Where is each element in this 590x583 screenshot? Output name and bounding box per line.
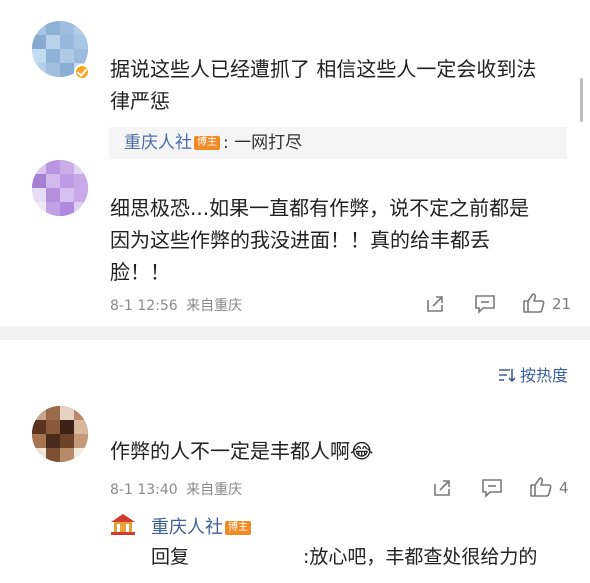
comment-3-timestamp: 8-1 13:40 — [110, 482, 178, 498]
reply-preview-text: : 一网打尽 — [223, 133, 303, 153]
comment-1-text-line2: 律严惩 — [110, 89, 170, 113]
avatar-mosaic — [32, 160, 88, 216]
share-icon[interactable] — [425, 294, 445, 314]
laughing-crying-emoji: 😂 — [350, 439, 374, 463]
avatar-comment-2[interactable] — [32, 160, 88, 216]
comment-2-like-count: 21 — [552, 295, 572, 313]
reply-body: :放心吧，丰都查处很给力的 — [303, 546, 538, 568]
comment-1-text-line1: 据说这些人已经遭抓了 相信这些人一定会收到法 — [110, 57, 537, 81]
verified-badge-icon — [74, 64, 90, 80]
comment-2-text-line1: 细思极恐...如果一直都有作弊，说不定之前都是 — [110, 196, 530, 220]
comment-3-text: 作弊的人不一定是丰都人啊😂 — [110, 434, 373, 468]
scrollbar[interactable] — [580, 78, 583, 122]
sort-by-hot-button[interactable]: 按热度 — [498, 362, 568, 386]
reply-prefix: 回复 — [151, 546, 190, 568]
sort-label: 按热度 — [519, 366, 568, 385]
reply-preview[interactable]: 重庆人社 博主: 一网打尽 — [109, 127, 567, 159]
comment-2-meta: 8-1 12:56 来自重庆 — [110, 295, 242, 315]
comment-3-like-count: 4 — [559, 479, 569, 497]
reply-author-avatar[interactable] — [107, 510, 139, 540]
sort-icon — [498, 369, 516, 383]
comment-3-text-body: 作弊的人不一定是丰都人啊 — [110, 439, 350, 463]
reply-author-name[interactable]: 重庆人社 — [151, 517, 223, 538]
like-icon[interactable] — [522, 291, 546, 315]
like-icon[interactable] — [529, 475, 553, 499]
comment-2-timestamp: 8-1 12:56 — [110, 298, 178, 314]
comment-2-location: 来自重庆 — [186, 298, 243, 314]
blogger-badge: 博主 — [225, 521, 251, 535]
blogger-badge: 博主 — [194, 136, 220, 150]
reply-preview-author[interactable]: 重庆人社 — [124, 133, 192, 153]
avatar-mosaic — [32, 406, 88, 462]
comment-icon[interactable] — [481, 478, 503, 498]
comment-icon[interactable] — [474, 294, 496, 314]
reply-text: 回复 :放心吧，丰都查处很给力的 — [151, 542, 537, 569]
avatar-comment-3[interactable] — [32, 406, 88, 462]
section-divider — [0, 326, 590, 340]
comment-2-text-line2: 因为这些作弊的我没进面！！真的给丰都丢 — [110, 228, 490, 252]
comment-3-meta: 8-1 13:40 来自重庆 — [110, 479, 242, 499]
comment-3-location: 来自重庆 — [186, 482, 243, 498]
share-icon[interactable] — [432, 478, 452, 498]
comment-2-text-line3: 脸！！ — [110, 260, 170, 284]
reply-author[interactable]: 重庆人社 博主 — [151, 513, 254, 539]
